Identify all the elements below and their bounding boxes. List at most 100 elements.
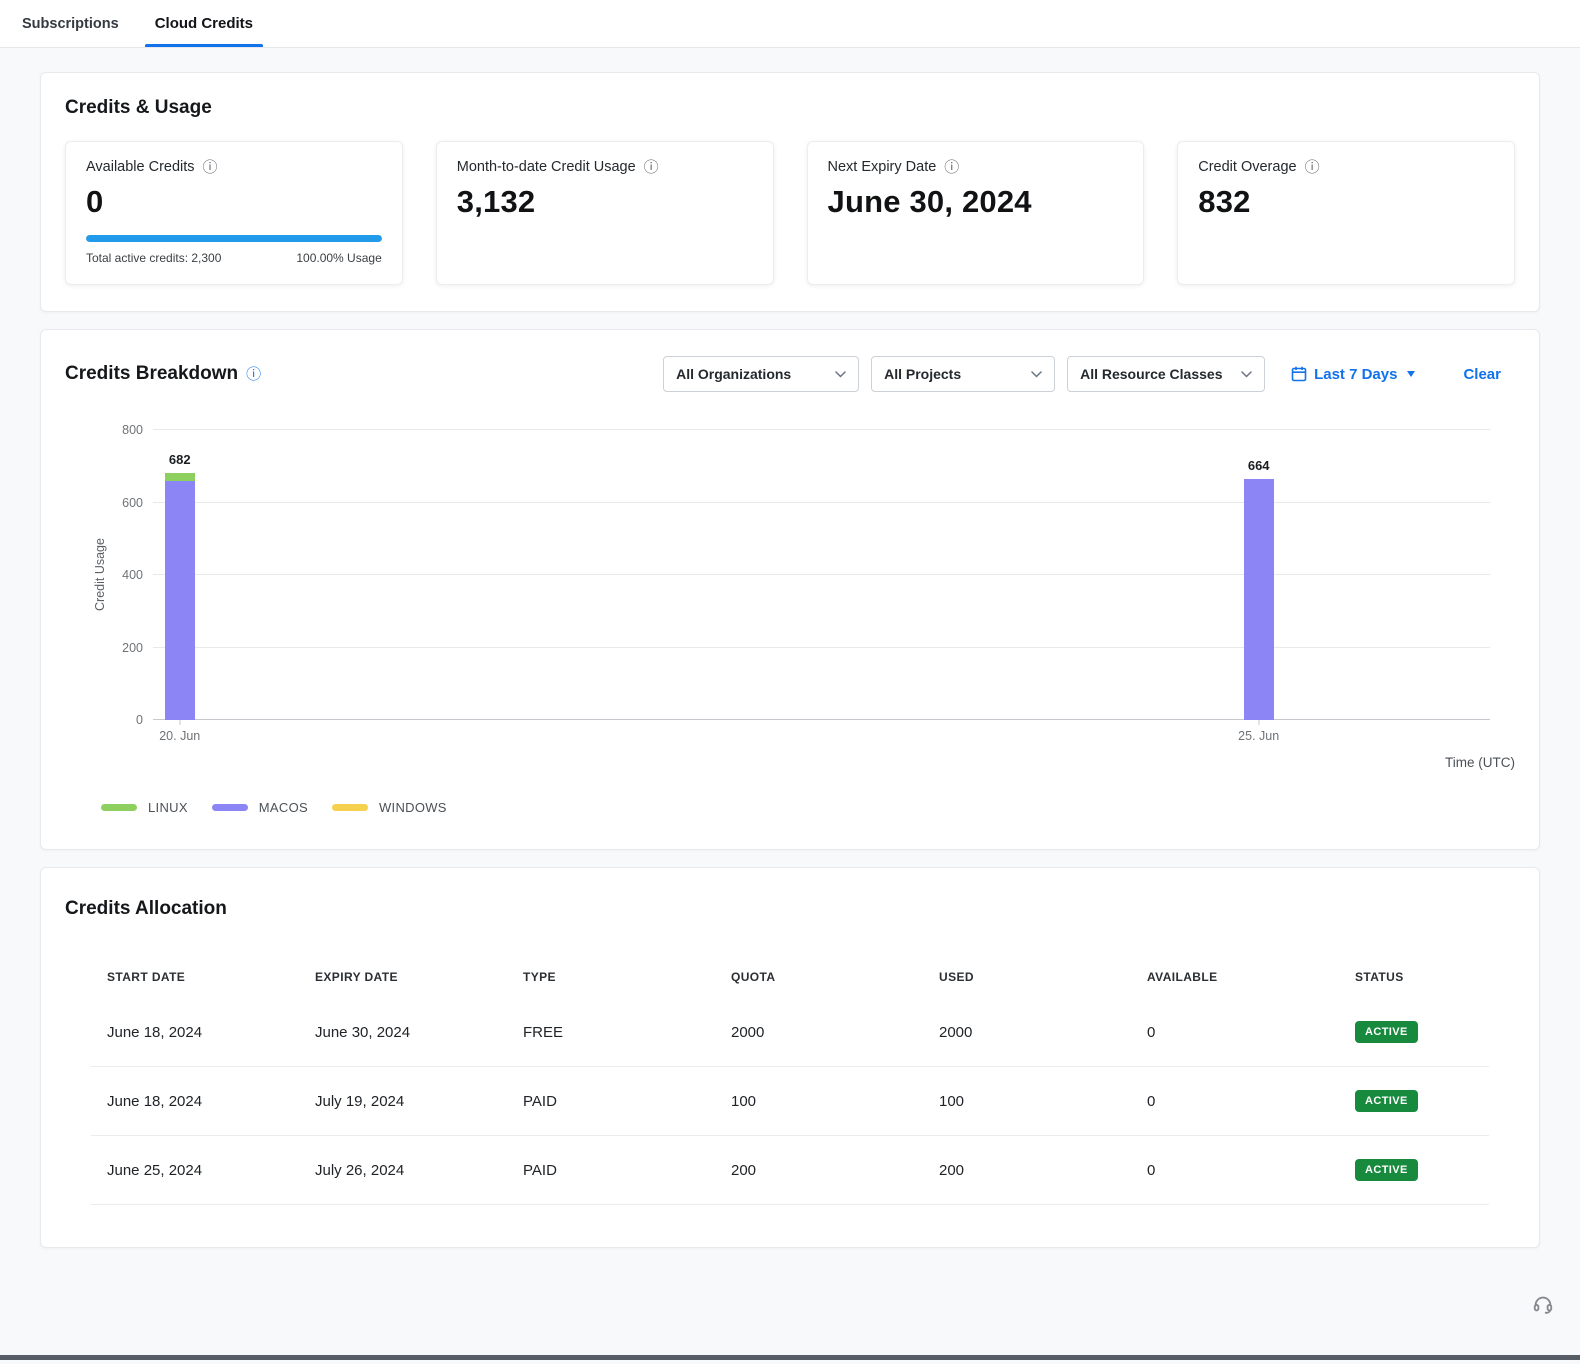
status-badge: ACTIVE xyxy=(1355,1159,1418,1181)
credits-usage-progress-bar xyxy=(86,235,382,242)
y-axis-title: Credit Usage xyxy=(93,430,107,720)
credit-overage-label: Credit Overage xyxy=(1198,159,1296,175)
credits-allocation-section: Credits Allocation START DATE EXPIRY DAT… xyxy=(40,867,1540,1248)
gridline xyxy=(153,719,1490,720)
info-icon[interactable]: ⓘ xyxy=(644,160,659,175)
x-axis-title: Time (UTC) xyxy=(1445,755,1515,770)
clear-filters-button[interactable]: Clear xyxy=(1463,366,1501,383)
credit-overage-card: Credit Overage ⓘ 832 xyxy=(1177,141,1515,285)
status-badge: ACTIVE xyxy=(1355,1021,1418,1043)
chart-legend: LINUX MACOS WINDOWS xyxy=(101,800,1515,815)
projects-select-value: All Projects xyxy=(884,366,961,382)
gridline xyxy=(153,647,1490,648)
x-tick-mark xyxy=(1258,720,1259,725)
tab-bar: Subscriptions Cloud Credits xyxy=(0,0,1580,48)
usage-percent-text: 100.00% Usage xyxy=(296,251,381,265)
cell-used: 200 xyxy=(923,1162,1131,1179)
gridline xyxy=(153,574,1490,575)
legend-item-windows[interactable]: WINDOWS xyxy=(332,800,447,815)
bar-value-label: 664 xyxy=(1248,458,1270,473)
cell-available: 0 xyxy=(1131,1093,1339,1110)
main-content: Credits & Usage Available Credits ⓘ 0 To… xyxy=(0,48,1580,1364)
tab-cloud-credits[interactable]: Cloud Credits xyxy=(145,0,263,47)
info-icon[interactable]: ⓘ xyxy=(1305,160,1320,175)
chart-bar[interactable]: 682 xyxy=(165,430,195,720)
bar-segment-linux xyxy=(165,473,195,481)
caret-down-icon xyxy=(1407,371,1415,377)
next-expiry-card: Next Expiry Date ⓘ June 30, 2024 xyxy=(807,141,1145,285)
cell-quota: 2000 xyxy=(715,1024,923,1041)
table-row: June 18, 2024 July 19, 2024 PAID 100 100… xyxy=(91,1067,1489,1136)
legend-label: LINUX xyxy=(148,800,188,815)
cell-quota: 200 xyxy=(715,1162,923,1179)
gridline xyxy=(153,502,1490,503)
cell-start-date: June 18, 2024 xyxy=(91,1093,299,1110)
column-header-available: AVAILABLE xyxy=(1131,970,1339,984)
cell-type: FREE xyxy=(507,1024,715,1041)
credit-overage-value: 832 xyxy=(1198,184,1494,220)
info-icon[interactable]: ⓘ xyxy=(944,160,959,175)
gridline xyxy=(153,429,1490,430)
legend-swatch xyxy=(101,804,137,811)
chart-filters: All Organizations All Projects All Resou… xyxy=(663,356,1515,392)
table-header-row: START DATE EXPIRY DATE TYPE QUOTA USED A… xyxy=(91,956,1489,998)
cell-used: 2000 xyxy=(923,1024,1131,1041)
y-tick-label: 0 xyxy=(136,713,143,727)
available-credits-label: Available Credits xyxy=(86,159,195,175)
credits-breakdown-title: Credits Breakdown xyxy=(65,363,238,385)
cell-available: 0 xyxy=(1131,1024,1339,1041)
cell-available: 0 xyxy=(1131,1162,1339,1179)
total-active-credits-text: Total active credits: 2,300 xyxy=(86,251,221,265)
column-header-expiry-date: EXPIRY DATE xyxy=(299,970,507,984)
info-icon[interactable]: ⓘ xyxy=(203,160,218,175)
date-range-picker[interactable]: Last 7 Days xyxy=(1291,366,1415,383)
cell-type: PAID xyxy=(507,1093,715,1110)
credit-usage-chart: Credit Usage 020040060080068220. Jun6642… xyxy=(65,422,1515,772)
mtd-usage-value: 3,132 xyxy=(457,184,753,220)
calendar-icon xyxy=(1291,366,1307,382)
legend-swatch xyxy=(212,804,248,811)
bar-segment-macos xyxy=(1244,479,1274,720)
legend-label: MACOS xyxy=(259,800,308,815)
mtd-usage-card: Month-to-date Credit Usage ⓘ 3,132 xyxy=(436,141,774,285)
credits-breakdown-section: Credits Breakdown ⓘ All Organizations Al… xyxy=(40,329,1540,850)
status-badge: ACTIVE xyxy=(1355,1090,1418,1112)
next-expiry-label: Next Expiry Date xyxy=(828,159,937,175)
cell-start-date: June 18, 2024 xyxy=(91,1024,299,1041)
info-icon[interactable]: ⓘ xyxy=(246,367,261,382)
y-tick-label: 400 xyxy=(122,568,143,582)
credits-allocation-table: START DATE EXPIRY DATE TYPE QUOTA USED A… xyxy=(91,956,1489,1205)
resource-classes-select[interactable]: All Resource Classes xyxy=(1067,356,1265,392)
table-row: June 25, 2024 July 26, 2024 PAID 200 200… xyxy=(91,1136,1489,1205)
legend-swatch xyxy=(332,804,368,811)
cell-used: 100 xyxy=(923,1093,1131,1110)
chart-bar[interactable]: 664 xyxy=(1244,430,1274,720)
organizations-select[interactable]: All Organizations xyxy=(663,356,859,392)
column-header-used: USED xyxy=(923,970,1131,984)
column-header-start-date: START DATE xyxy=(91,970,299,984)
cell-type: PAID xyxy=(507,1162,715,1179)
cell-start-date: June 25, 2024 xyxy=(91,1162,299,1179)
bar-value-label: 682 xyxy=(169,452,191,467)
date-range-label: Last 7 Days xyxy=(1314,366,1397,383)
legend-item-linux[interactable]: LINUX xyxy=(101,800,188,815)
chevron-down-icon xyxy=(1241,371,1252,378)
legend-label: WINDOWS xyxy=(379,800,447,815)
available-credits-card: Available Credits ⓘ 0 Total active credi… xyxy=(65,141,403,285)
chevron-down-icon xyxy=(835,371,846,378)
tab-subscriptions[interactable]: Subscriptions xyxy=(22,0,119,47)
cell-expiry-date: July 26, 2024 xyxy=(299,1162,507,1179)
credits-usage-section: Credits & Usage Available Credits ⓘ 0 To… xyxy=(40,72,1540,312)
support-icon[interactable] xyxy=(1532,1293,1554,1320)
projects-select[interactable]: All Projects xyxy=(871,356,1055,392)
y-tick-label: 800 xyxy=(122,423,143,437)
bar-segment-macos xyxy=(165,481,195,720)
legend-item-macos[interactable]: MACOS xyxy=(212,800,308,815)
x-tick-mark xyxy=(179,720,180,725)
chart-plot-area: 020040060080068220. Jun66425. Jun xyxy=(153,430,1490,720)
column-header-type: TYPE xyxy=(507,970,715,984)
cell-expiry-date: June 30, 2024 xyxy=(299,1024,507,1041)
credits-allocation-title: Credits Allocation xyxy=(65,898,1515,920)
horizontal-scrollbar[interactable] xyxy=(0,1355,1580,1360)
resource-classes-select-value: All Resource Classes xyxy=(1080,366,1222,382)
